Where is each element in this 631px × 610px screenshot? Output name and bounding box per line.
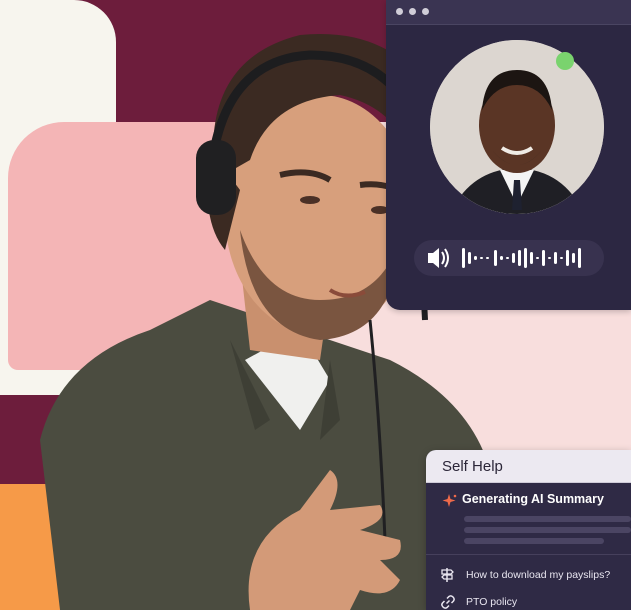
signpost-icon (441, 568, 454, 582)
summary-placeholder-line (464, 516, 631, 522)
video-call-window (386, 0, 631, 310)
panel-title: Self Help (442, 458, 503, 475)
caller-photo (430, 40, 604, 214)
help-link-label[interactable]: How to download my payslips? (466, 569, 610, 581)
online-status-indicator (556, 52, 574, 70)
help-link-label[interactable]: PTO policy (466, 596, 517, 608)
window-dot (396, 8, 403, 15)
audio-waveform-bar[interactable] (414, 240, 604, 276)
waveform-icon (462, 248, 581, 268)
summary-placeholder-line (464, 538, 604, 544)
panel-divider (426, 554, 631, 555)
window-dot (409, 8, 416, 15)
window-dot (422, 8, 429, 15)
link-icon (441, 595, 455, 609)
summary-placeholder-line (464, 527, 631, 533)
call-window-titlebar (386, 0, 631, 25)
self-help-panel: Self Help Generating AI Summary How to d… (426, 450, 631, 610)
sparkle-icon (442, 494, 457, 507)
caller-avatar (430, 40, 604, 214)
ai-summary-label: Generating AI Summary (462, 492, 604, 506)
self-help-header: Self Help (426, 450, 631, 483)
speaker-icon[interactable] (428, 248, 449, 268)
